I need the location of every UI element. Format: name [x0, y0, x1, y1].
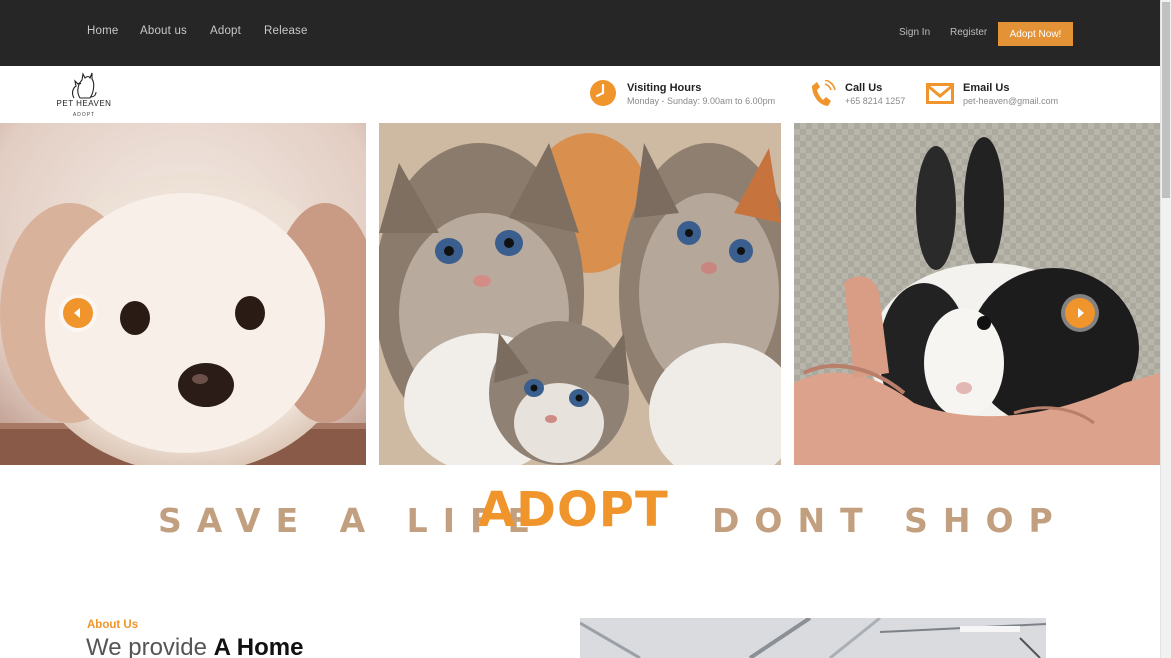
email-us-title: Email Us: [963, 82, 1010, 94]
email-us-value[interactable]: pet-heaven@gmail.com: [963, 96, 1058, 106]
top-navbar: Home About us Adopt Release Sign In Regi…: [0, 0, 1160, 66]
slide-puppy-image: [0, 123, 366, 465]
slider-next-button[interactable]: [1061, 294, 1099, 332]
dog-cat-logo-icon: [71, 72, 97, 99]
adopt-now-button[interactable]: Adopt Now!: [998, 22, 1073, 46]
call-us-title: Call Us: [845, 82, 883, 94]
slide-rabbit-image: [794, 123, 1160, 465]
scrollbar-thumb[interactable]: [1162, 2, 1170, 198]
nav-about-us[interactable]: About us: [140, 25, 187, 37]
caret-left-icon: [74, 308, 80, 318]
shelter-ceiling-illustration: [580, 618, 1046, 658]
adopt-tagline-banner: SAVE A LIFE ADOPT DONT SHOP: [0, 482, 1160, 542]
slider-prev-button[interactable]: [59, 294, 97, 332]
envelope-icon: [926, 83, 954, 104]
brand-name: PET HEAVEN: [56, 99, 112, 108]
nav-home[interactable]: Home: [87, 25, 118, 37]
about-heading-light: We provide: [86, 634, 207, 658]
about-heading: We provide A Home: [86, 634, 303, 658]
visiting-hours-title: Visiting Hours: [627, 82, 702, 94]
caret-right-icon: [1078, 308, 1084, 318]
tagline-dont-shop: DONT SHOP: [712, 501, 1068, 540]
rabbit-illustration: [794, 123, 1160, 465]
pet-heaven-logo[interactable]: PET HEAVEN ADOPT: [56, 70, 112, 122]
about-shelter-image: [580, 618, 1046, 658]
visiting-hours-value: Monday - Sunday: 9.00am to 6.00pm: [627, 96, 776, 106]
brand-tagline: ADOPT: [72, 112, 96, 118]
phone-icon: [812, 80, 836, 106]
nav-adopt[interactable]: Adopt: [210, 25, 241, 37]
kittens-illustration: [379, 123, 781, 465]
about-us-label: About Us: [87, 619, 139, 631]
page-scrollbar[interactable]: [1160, 0, 1171, 658]
puppy-illustration: [0, 123, 366, 465]
about-heading-bold: A Home: [213, 634, 304, 658]
tagline-adopt: ADOPT: [478, 482, 669, 538]
slide-kittens-image: [379, 123, 781, 465]
sign-in-link[interactable]: Sign In: [899, 27, 930, 38]
register-link[interactable]: Register: [950, 27, 987, 38]
clock-icon: [590, 80, 616, 106]
call-us-value[interactable]: +65 8214 1257: [845, 96, 905, 106]
nav-release[interactable]: Release: [264, 25, 308, 37]
